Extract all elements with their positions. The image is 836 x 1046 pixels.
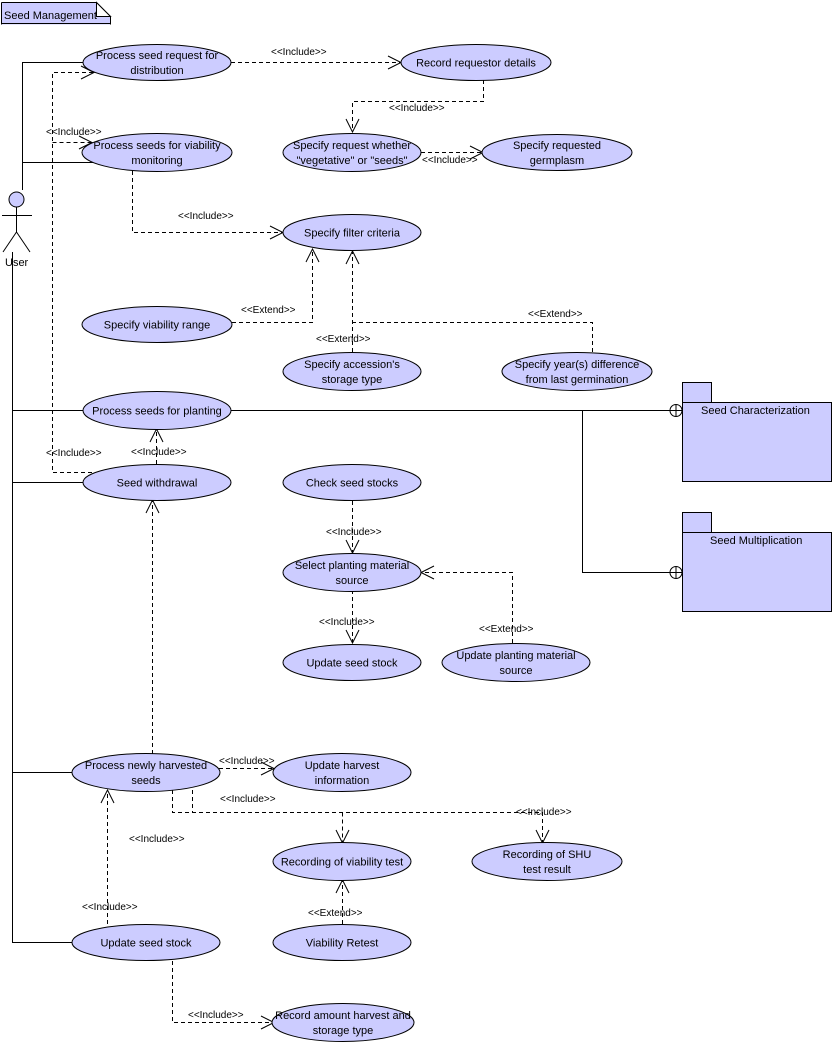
- include-line: [132, 171, 282, 233]
- extend-label: <<Extend>>: [308, 908, 363, 919]
- use-case-update-harvest-info[interactable]: Update harvest information: [272, 753, 412, 792]
- use-case-seed-withdrawal[interactable]: Seed withdrawal: [82, 464, 232, 501]
- use-case-label: information: [315, 775, 369, 787]
- use-case-label: seeds: [131, 775, 161, 787]
- use-case-process-newly-harvested[interactable]: Process newly harvested seeds: [71, 753, 221, 792]
- assoc-user-lower: [12, 252, 73, 943]
- use-case-label: Update seed stock: [100, 938, 192, 950]
- include-label: <<Include>>: [188, 1010, 244, 1021]
- use-case-label: storage type: [313, 1025, 374, 1037]
- use-case-label: storage type: [322, 374, 383, 386]
- assoc-planting-seed-multiplication: [582, 410, 670, 573]
- use-case-label: Specify request whether: [293, 140, 411, 152]
- include-label: <<Include>>: [220, 794, 276, 805]
- use-case-label: Select planting material: [295, 560, 409, 572]
- use-case-specify-year-difference[interactable]: Specify year(s) difference from last germ…: [501, 352, 653, 391]
- use-case-recording-shu[interactable]: Recording of SHU test result: [471, 842, 623, 881]
- extend-label: <<Extend>>: [241, 305, 296, 316]
- package-seed-multiplication[interactable]: Seed Multiplication: [682, 512, 832, 612]
- use-case-label: Process seeds for viability: [93, 140, 221, 152]
- include-label: <<Include>>: [271, 47, 327, 58]
- use-case-label: source: [335, 575, 368, 587]
- use-case-recording-viability-test[interactable]: Recording of viability test: [272, 842, 412, 881]
- include-label: <<Include>>: [326, 527, 382, 538]
- include-label: <<Include>>: [516, 807, 572, 818]
- use-case-label: Recording of viability test: [281, 857, 403, 869]
- use-case-process-viability-monitoring[interactable]: Process seeds for viability monitoring: [81, 133, 233, 172]
- use-case-diagram: Seed Management <<Include>> <<Include>>: [1, 1, 832, 1042]
- package-seed-characterization[interactable]: Seed Characterization: [682, 382, 832, 482]
- use-case-label: from last germination: [526, 374, 629, 386]
- use-case-label: "vegetative" or "seeds": [296, 155, 407, 167]
- use-case-specify-requested-germplasm[interactable]: Specify requested germplasm: [481, 134, 633, 171]
- extend-label: <<Extend>>: [528, 309, 583, 320]
- package-label: Seed Multiplication: [710, 535, 802, 547]
- use-case-update-seed-stock-1[interactable]: Update seed stock: [282, 644, 422, 681]
- use-case-label: Seed withdrawal: [117, 478, 198, 490]
- use-case-process-planting[interactable]: Process seeds for planting: [82, 391, 232, 430]
- extend-label: <<Extend>>: [479, 624, 534, 635]
- include-label: <<Include>>: [82, 902, 138, 913]
- use-case-label: distribution: [130, 65, 183, 77]
- use-case-label: test result: [523, 864, 571, 876]
- use-case-process-seed-request[interactable]: Process seed request for distribution: [82, 44, 232, 81]
- use-case-viability-retest[interactable]: Viability Retest: [272, 924, 412, 961]
- use-case-label: Specify accession's: [304, 359, 400, 371]
- use-case-label: Specify filter criteria: [304, 228, 401, 240]
- include-label: <<Include>>: [319, 617, 375, 628]
- use-case-label: Specify year(s) difference: [515, 359, 640, 371]
- diagram-title-note: Seed Management: [1, 1, 112, 25]
- use-case-label: Check seed stocks: [306, 478, 399, 490]
- diagram-title: Seed Management: [4, 10, 97, 22]
- include-label: <<Include>>: [422, 155, 478, 166]
- use-case-label: Update harvest: [305, 760, 380, 772]
- use-case-label: Process seed request for: [96, 50, 219, 62]
- use-case-label: Recording of SHU: [503, 849, 592, 861]
- actor-head-icon: [8, 191, 25, 208]
- extend-label: <<Extend>>: [316, 334, 371, 345]
- use-case-label: Update planting material: [456, 650, 575, 662]
- use-case-record-requestor[interactable]: Record requestor details: [400, 44, 552, 81]
- actor-label: User: [5, 257, 29, 269]
- include-label: <<Include>>: [129, 834, 185, 845]
- use-case-label: Process seeds for planting: [92, 406, 222, 418]
- use-case-label: Update seed stock: [306, 658, 398, 670]
- include-label: <<Include>>: [131, 447, 187, 458]
- package-label: Seed Characterization: [701, 405, 810, 417]
- include-label: <<Include>>: [178, 211, 234, 222]
- actor-user[interactable]: User: [2, 191, 32, 269]
- use-case-label: Viability Retest: [306, 938, 379, 950]
- use-case-label: Record requestor details: [416, 58, 536, 70]
- use-case-label: germplasm: [530, 155, 584, 167]
- use-case-select-planting-source[interactable]: Select planting material source: [282, 553, 422, 592]
- use-case-label: Record amount harvest and: [275, 1010, 411, 1022]
- use-case-label: Specify viability range: [104, 320, 210, 332]
- use-case-label: monitoring: [131, 155, 182, 167]
- use-case-specify-viability-range[interactable]: Specify viability range: [81, 306, 233, 343]
- use-case-record-amount-harvest[interactable]: Record amount harvest and storage type: [271, 1003, 415, 1042]
- extend-line: [352, 322, 593, 352]
- containment-icon: [669, 566, 683, 579]
- actor-body-icon: [2, 207, 32, 253]
- relationships: <<Include>> <<Include>> <<Include>> <<In…: [46, 47, 593, 1030]
- include-label: <<Include>>: [219, 756, 275, 767]
- use-case-label: source: [499, 665, 532, 677]
- include-label: <<Include>>: [46, 448, 102, 459]
- associations: [12, 62, 683, 943]
- use-case-update-planting-source[interactable]: Update planting material source: [441, 643, 591, 682]
- use-case-label: Process newly harvested: [85, 760, 207, 772]
- use-case-check-seed-stocks[interactable]: Check seed stocks: [282, 464, 422, 501]
- use-case-specify-storage-type[interactable]: Specify accession's storage type: [282, 352, 422, 391]
- use-case-label: Specify requested: [513, 140, 601, 152]
- use-case-update-seed-stock-2[interactable]: Update seed stock: [71, 924, 221, 961]
- use-case-specify-request-whether[interactable]: Specify request whether "vegetative" or "…: [282, 133, 422, 172]
- include-label: <<Include>>: [389, 103, 445, 114]
- use-cases: Process seed request for distribution Reco…: [71, 44, 653, 1042]
- include-label: <<Include>>: [46, 127, 102, 138]
- use-case-specify-filter-criteria[interactable]: Specify filter criteria: [282, 214, 422, 251]
- containment-icon: [669, 404, 683, 417]
